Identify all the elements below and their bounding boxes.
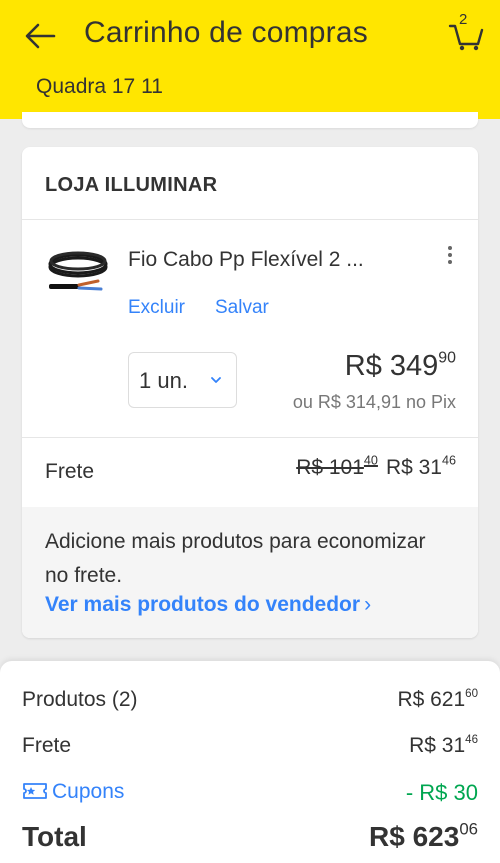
quantity-select[interactable]: 1 un. [128,352,237,408]
shipping-old-price: R$ 10140 [296,453,378,479]
shipping-old-price-cents: 40 [363,453,378,468]
previous-card-edge [22,112,478,128]
back-arrow-icon[interactable] [20,16,60,56]
delivery-address[interactable]: Quadra 17 11 [36,75,163,99]
shipping-price-main: R$ 31 [385,456,442,479]
pix-price: ou R$ 314,91 no Pix [292,392,456,412]
coupons-label: Cupons [52,780,125,803]
coupons-link[interactable]: Cupons [22,780,124,804]
shipping-label: Frete [45,460,95,483]
save-button[interactable]: Salvar [215,297,269,319]
shipping-promo-box: Adicione mais produtos para economizar n… [22,507,478,638]
black-cable-thumbnail[interactable] [46,247,108,303]
summary-shipping-price: R$ 3146 [409,734,478,758]
shipping-price: R$ 3146 [385,453,456,479]
divider [22,219,478,220]
products-total: R$ 62160 [397,688,478,712]
promo-text: Adicione mais produtos para economizar n… [45,530,426,587]
product-price-cents: 90 [438,349,456,367]
total-price-cents: 06 [459,819,478,839]
summary-shipping-label: Frete [22,734,72,757]
total-price: R$ 62306 [369,819,478,853]
coupon-discount: - R$ 30 [405,780,478,805]
coupon-ticket-icon [23,783,47,799]
see-more-products-label: Ver mais produtos do vendedor [45,593,361,616]
total-price-main: R$ 623 [369,821,460,852]
products-label: Produtos (2) [22,688,138,711]
chevron-right-icon: › [364,593,372,616]
product-price-main: R$ 349 [344,350,439,382]
total-label: Total [22,821,87,852]
see-more-products-link[interactable]: Ver mais produtos do vendedor › [45,593,371,617]
cart-count-badge: 2 [459,11,468,28]
products-total-main: R$ 621 [397,688,466,711]
cart-button[interactable]: 2 [446,11,486,52]
shipping-old-price-main: R$ 101 [296,456,364,479]
order-summary: Produtos (2) R$ 62160 Frete R$ 3146 Cupo… [0,661,500,863]
shipping-price-cents: 46 [441,453,456,468]
shipping-prices: R$ 10140 R$ 3146 [296,453,456,480]
chevron-down-icon [211,377,221,383]
summary-shipping-main: R$ 31 [409,734,466,757]
products-total-cents: 60 [465,687,478,700]
summary-shipping-cents: 46 [465,733,478,746]
divider [22,437,478,438]
page-title: Carrinho de compras [84,16,368,49]
app-header: Carrinho de compras 2 Quadra 17 11 [0,0,500,119]
store-name: LOJA ILLUMINAR [45,174,218,196]
quantity-value: 1 un. [139,368,188,393]
more-options-icon[interactable] [443,244,457,268]
store-card: LOJA ILLUMINAR Fio Cabo Pp Flexível 2 ..… [22,147,478,638]
product-name[interactable]: Fio Cabo Pp Flexível 2 ... [128,248,364,272]
delete-button[interactable]: Excluir [128,297,185,319]
product-price: R$ 34990 [345,350,456,383]
